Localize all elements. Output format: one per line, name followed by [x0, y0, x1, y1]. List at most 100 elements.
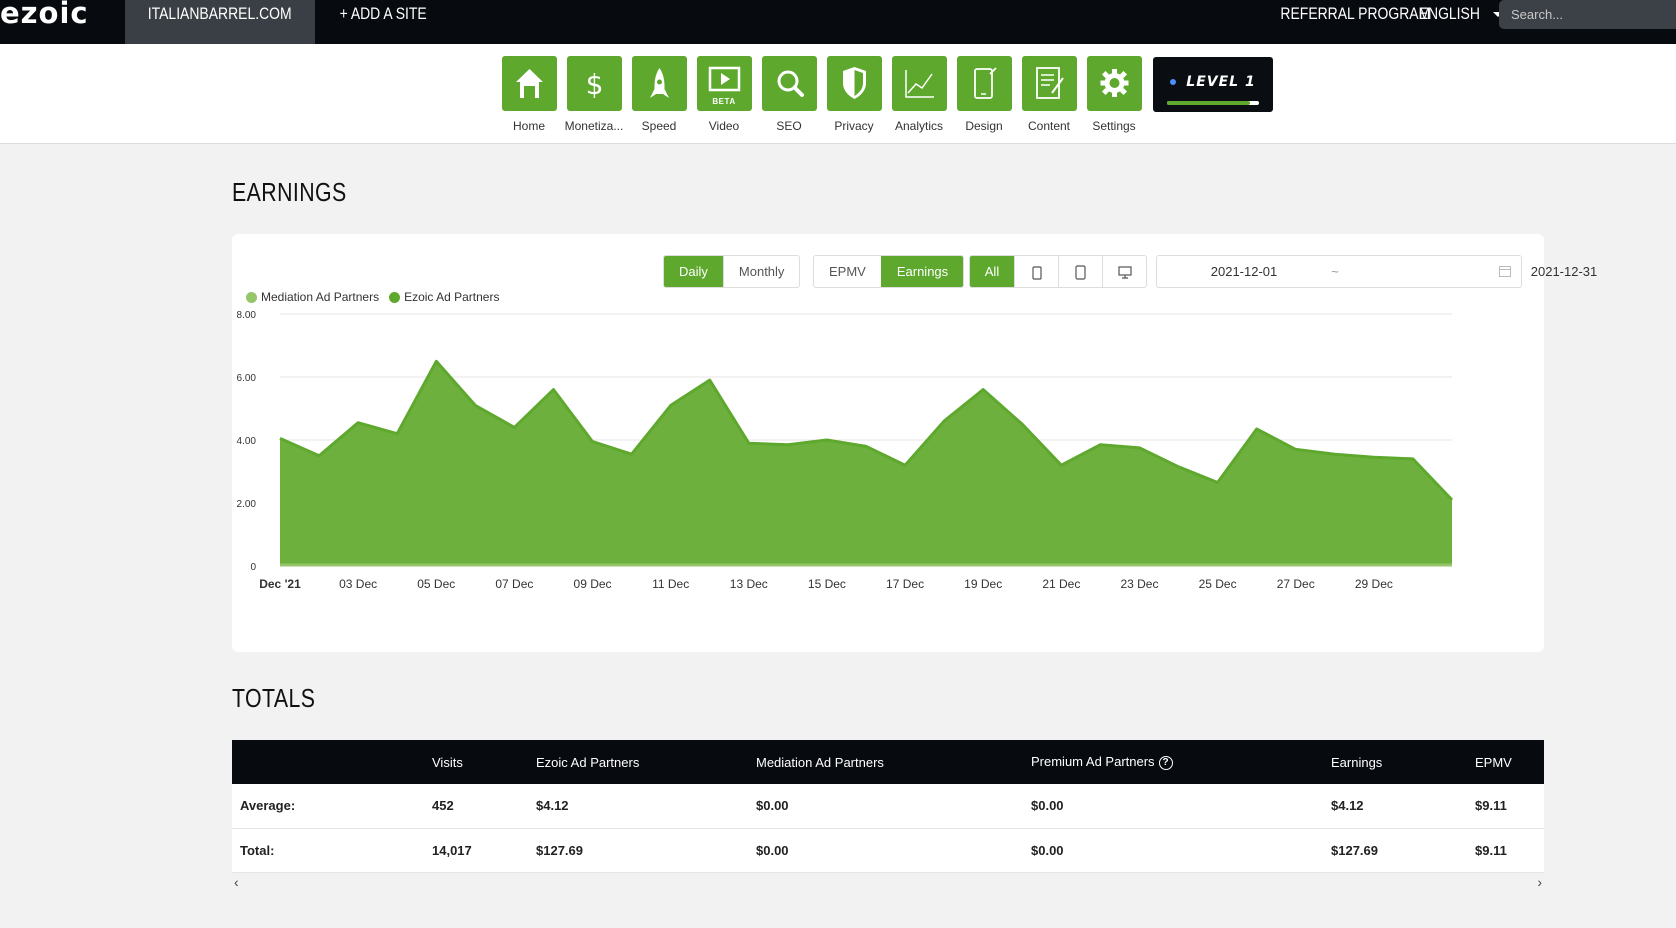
x-tick-label: 09 Dec: [574, 577, 612, 591]
x-tick-label: 15 Dec: [808, 577, 846, 591]
video-tile: BETA: [696, 56, 752, 111]
nav-label-privacy: Privacy: [834, 119, 874, 133]
premium-header-label: Premium Ad Partners: [1031, 754, 1155, 770]
column-header-visits[interactable]: Visits: [424, 740, 528, 784]
settings-tile: [1086, 56, 1142, 111]
dollar-icon: $: [585, 68, 603, 101]
column-header-ezoic[interactable]: Ezoic Ad Partners: [528, 740, 748, 784]
add-site-link[interactable]: + ADD A SITE: [330, 0, 436, 30]
help-icon[interactable]: ?: [1158, 755, 1173, 770]
totals-title: TOTALS: [232, 683, 334, 714]
nav-label-content: Content: [1027, 119, 1071, 133]
x-tick-label: 29 Dec: [1355, 577, 1393, 591]
nav-label-video: Video: [708, 119, 740, 133]
nav-label-design: Design: [965, 119, 1003, 133]
earnings-area-chart: 0 2.00 4.00 6.00 8.00 Dec '21 03 Dec 05 Dec 07 D…: [237, 310, 1454, 591]
table-row: Average: 452 $4.12 $0.00 $0.00 $4.12 $9.…: [232, 784, 1544, 828]
level-label: LEVEL 1: [1186, 74, 1256, 90]
totals-table-container: Visits Ezoic Ad Partners Mediation Ad Pa…: [232, 740, 1544, 873]
x-tick-label: 11 Dec: [652, 577, 689, 591]
language-dropdown[interactable]: ENGLISH: [1412, 0, 1503, 30]
monetization-tile: $: [566, 56, 622, 111]
x-tick-label: 07 Dec: [495, 577, 533, 591]
site-selector-tab[interactable]: ITALIANBARREL.COM: [125, 0, 315, 44]
content-tile: [1021, 56, 1077, 111]
home-tile: [501, 56, 557, 111]
level-progress-track: [1167, 101, 1259, 105]
nav-label-monetization: Monetiza...: [564, 119, 624, 133]
x-tick-label: 27 Dec: [1277, 577, 1315, 591]
scroll-right-icon[interactable]: ›: [1537, 874, 1542, 890]
table-cell: $0.00: [1031, 798, 1064, 814]
table-cell: $127.69: [1331, 842, 1378, 858]
x-tick-label: 19 Dec: [964, 577, 1002, 591]
column-header-epmv[interactable]: EPMV: [1467, 740, 1544, 784]
nav-label-speed: Speed: [641, 119, 677, 133]
speed-tile: [631, 56, 687, 111]
table-cell: $0.00: [756, 798, 789, 814]
nav-design[interactable]: Design: [952, 56, 1016, 133]
search-input[interactable]: [1499, 0, 1676, 29]
y-tick-label: 8.00: [237, 310, 257, 321]
column-header-earnings[interactable]: Earnings: [1323, 740, 1467, 784]
nav-analytics[interactable]: Analytics: [887, 56, 951, 133]
add-site-label: + ADD A SITE: [339, 4, 427, 23]
shield-icon: [842, 67, 866, 99]
level-progress-fill: [1167, 101, 1250, 105]
totals-table: Visits Ezoic Ad Partners Mediation Ad Pa…: [232, 740, 1544, 873]
table-row: Total: 14,017 $127.69 $0.00 $0.00 $127.6…: [232, 828, 1544, 872]
ezoic-area: [280, 361, 1452, 566]
privacy-tile: [826, 56, 882, 111]
table-cell: 452: [432, 798, 454, 814]
table-cell: $9.11: [1475, 798, 1507, 814]
nav-label-analytics: Analytics: [894, 119, 944, 133]
y-tick-label: 6.00: [237, 373, 257, 384]
nav-home[interactable]: Home: [497, 56, 561, 133]
earnings-title: EARNINGS: [232, 177, 372, 208]
level-dot-icon: [1170, 79, 1177, 85]
top-navigation-bar: ezoic ITALIANBARREL.COM + ADD A SITE REF…: [0, 0, 1676, 44]
x-tick-label: 21 Dec: [1042, 577, 1080, 591]
line-chart-icon: [904, 70, 934, 98]
nav-seo[interactable]: SEO: [757, 56, 821, 133]
feature-icon-nav: Home $ Monetiza... Speed BETA Video SEO …: [0, 44, 1676, 144]
gear-icon: [1100, 69, 1128, 97]
nav-video[interactable]: BETA Video: [692, 56, 756, 133]
horizontal-scrollbar[interactable]: ‹ ›: [232, 874, 1544, 890]
magnifier-icon: [777, 70, 804, 97]
analytics-tile: [891, 56, 947, 111]
row-label: Average:: [240, 798, 296, 814]
site-name: ITALIANBARREL.COM: [148, 4, 292, 23]
table-cell: $9.11: [1475, 842, 1507, 858]
nav-monetization[interactable]: $ Monetiza...: [562, 56, 626, 133]
y-tick-label: 4.00: [237, 436, 257, 447]
column-header-mediation[interactable]: Mediation Ad Partners: [748, 740, 1023, 784]
beta-badge: BETA: [712, 97, 736, 106]
nav-privacy[interactable]: Privacy: [822, 56, 886, 133]
table-cell: $0.00: [1031, 842, 1064, 858]
nav-settings[interactable]: Settings: [1082, 56, 1146, 133]
table-cell: $4.12: [536, 798, 569, 814]
x-tick-label: 05 Dec: [417, 577, 455, 591]
scroll-left-icon[interactable]: ‹: [234, 874, 239, 890]
nav-label-home: Home: [512, 119, 545, 133]
table-header-row: Visits Ezoic Ad Partners Mediation Ad Pa…: [232, 740, 1544, 784]
nav-speed[interactable]: Speed: [627, 56, 691, 133]
svg-text:$: $: [585, 68, 603, 101]
ezoic-logo[interactable]: ezoic: [0, 0, 89, 30]
table-cell: $127.69: [536, 842, 583, 858]
level-text: LEVEL 1: [1153, 74, 1273, 90]
nav-label-seo: SEO: [776, 119, 802, 133]
column-header: [232, 740, 424, 784]
totals-title-text: TOTALS: [232, 683, 316, 713]
column-header-premium[interactable]: Premium Ad Partners?: [1023, 740, 1323, 784]
table-cell: $4.12: [1331, 798, 1364, 814]
level-badge[interactable]: LEVEL 1: [1153, 57, 1273, 112]
nav-content[interactable]: Content: [1017, 56, 1081, 133]
row-label: Total:: [240, 842, 275, 858]
mobile-design-icon: [973, 67, 997, 99]
seo-tile: [761, 56, 817, 111]
nav-label-settings: Settings: [1092, 119, 1136, 133]
x-tick-label: 23 Dec: [1120, 577, 1158, 591]
x-tick-label: 13 Dec: [730, 577, 768, 591]
